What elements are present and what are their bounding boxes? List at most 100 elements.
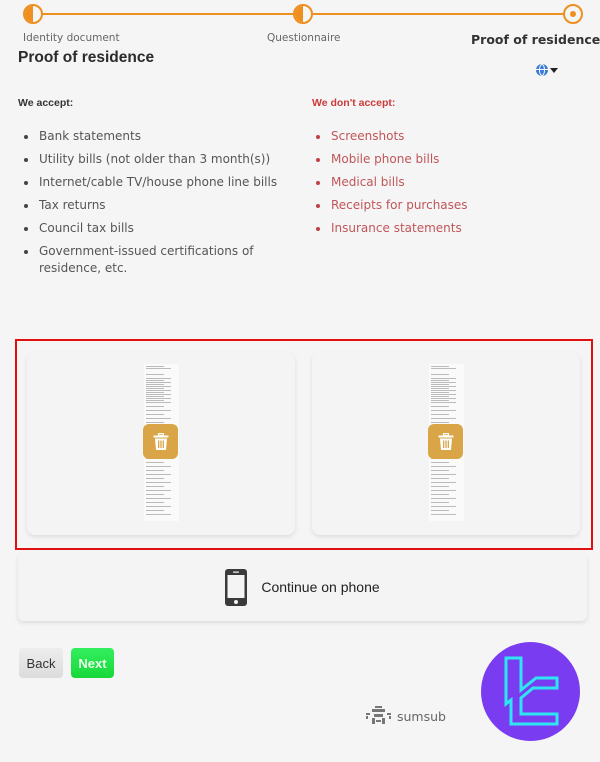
continue-on-phone-button[interactable]: Continue on phone xyxy=(18,553,587,621)
thumbnail-text-line xyxy=(431,510,449,511)
thumbnail-text-line xyxy=(431,514,456,515)
thumbnail-text-line xyxy=(146,392,164,393)
thumbnail-text-line xyxy=(431,400,449,401)
uploaded-document-card[interactable] xyxy=(27,352,295,535)
thumbnail-text-line xyxy=(431,486,449,487)
trash-icon xyxy=(153,432,168,450)
list-item: Council tax bills xyxy=(19,220,289,237)
uploaded-document-card[interactable] xyxy=(312,352,580,535)
globe-icon xyxy=(536,64,548,76)
thumbnail-text-line xyxy=(146,498,171,499)
list-item: Utility bills (not older than 3 month(s)… xyxy=(19,151,289,168)
thumbnail-text-line xyxy=(431,392,449,393)
thumbnail-text-line xyxy=(146,410,171,411)
thumbnail-text-line xyxy=(146,396,164,397)
thumbnail-text-line xyxy=(146,378,171,379)
thumbnail-text-line xyxy=(431,386,456,387)
thumbnail-text-line xyxy=(431,366,449,367)
thumbnail-text-line xyxy=(431,482,456,483)
thumbnail-text-line xyxy=(431,384,449,385)
thumbnail-text-line xyxy=(146,486,164,487)
step-label-questionnaire: Questionnaire xyxy=(267,32,341,44)
list-item: Medical bills xyxy=(311,174,581,191)
thumbnail-text-line xyxy=(146,506,171,507)
progress-stepper: Identity document Questionnaire Proof of… xyxy=(0,0,600,50)
thumbnail-text-line xyxy=(146,482,171,483)
thumbnail-text-line xyxy=(146,414,164,415)
thumbnail-text-line xyxy=(431,378,456,379)
delete-document-button[interactable] xyxy=(143,424,178,459)
thumbnail-text-line xyxy=(146,470,164,471)
thumbnail-text-line xyxy=(146,384,164,385)
step-label-identity-document: Identity document xyxy=(23,32,120,44)
thumbnail-text-line xyxy=(146,380,164,381)
thumbnail-text-line xyxy=(146,466,171,467)
thumbnail-text-line xyxy=(146,400,164,401)
thumbnail-text-line xyxy=(146,510,164,511)
step-dot-identity-document xyxy=(23,4,43,24)
step-label-proof-of-residence: Proof of residence xyxy=(471,32,600,47)
rejected-documents-list: Screenshots Mobile phone bills Medical b… xyxy=(311,128,581,243)
thumbnail-text-line xyxy=(146,490,171,491)
list-item: Insurance statements xyxy=(311,220,581,237)
accepted-heading: We accept: xyxy=(18,97,74,109)
thumbnail-text-line xyxy=(146,502,164,503)
thumbnail-text-line xyxy=(146,374,164,375)
thumbnail-text-line xyxy=(431,388,449,389)
thumbnail-text-line xyxy=(431,466,456,467)
thumbnail-text-line xyxy=(431,422,449,423)
thumbnail-text-line xyxy=(431,478,449,479)
thumbnail-text-line xyxy=(431,490,456,491)
step-dot-questionnaire xyxy=(293,4,313,24)
list-item: Mobile phone bills xyxy=(311,151,581,168)
thumbnail-text-line xyxy=(431,394,456,395)
thumbnail-text-line xyxy=(146,474,171,475)
thumbnail-text-line xyxy=(146,366,164,367)
thumbnail-text-line xyxy=(431,470,449,471)
thumbnail-text-line xyxy=(146,494,164,495)
thumbnail-text-line xyxy=(431,474,456,475)
thumbnail-text-line xyxy=(431,402,456,403)
thumbnail-text-line xyxy=(146,402,171,403)
caret-down-icon xyxy=(550,67,558,73)
tc-logo-icon xyxy=(504,656,559,726)
delete-document-button[interactable] xyxy=(428,424,463,459)
thumbnail-text-line xyxy=(431,382,456,383)
thumbnail-text-line xyxy=(146,422,164,423)
thumbnail-text-line xyxy=(431,396,449,397)
sumsub-branding: sumsub xyxy=(365,706,446,726)
list-item: Internet/cable TV/house phone line bills xyxy=(19,174,289,191)
back-button[interactable]: Back xyxy=(19,648,63,678)
smartphone-icon xyxy=(225,568,248,606)
thumbnail-text-line xyxy=(146,418,171,419)
thumbnail-text-line xyxy=(146,478,164,479)
thumbnail-text-line xyxy=(431,498,456,499)
sumsub-wordmark: sumsub xyxy=(397,708,446,724)
rejected-heading: We don't accept: xyxy=(312,97,396,109)
thumbnail-text-line xyxy=(431,502,449,503)
page-title: Proof of residence xyxy=(18,49,155,66)
next-button[interactable]: Next xyxy=(71,648,114,678)
thumbnail-text-line xyxy=(431,390,456,391)
list-item: Tax returns xyxy=(19,197,289,214)
thumbnail-text-line xyxy=(431,374,449,375)
thumbnail-text-line xyxy=(431,368,456,369)
thumbnail-text-line xyxy=(146,386,171,387)
thumbnail-text-line xyxy=(431,406,449,407)
brand-logo xyxy=(481,642,580,741)
thumbnail-text-line xyxy=(431,494,449,495)
thumbnail-text-line xyxy=(431,462,449,463)
thumbnail-text-line xyxy=(431,398,456,399)
thumbnail-text-line xyxy=(146,390,171,391)
stepper-line xyxy=(312,13,564,15)
stepper-line xyxy=(42,13,294,15)
language-selector[interactable] xyxy=(536,64,558,76)
thumbnail-text-line xyxy=(146,462,164,463)
accepted-documents-list: Bank statements Utility bills (not older… xyxy=(19,128,289,283)
thumbnail-text-line xyxy=(146,406,164,407)
step-dot-proof-of-residence xyxy=(563,4,583,24)
list-item: Screenshots xyxy=(311,128,581,145)
thumbnail-text-line xyxy=(146,514,171,515)
thumbnail-text-line xyxy=(146,398,171,399)
thumbnail-text-line xyxy=(146,382,171,383)
